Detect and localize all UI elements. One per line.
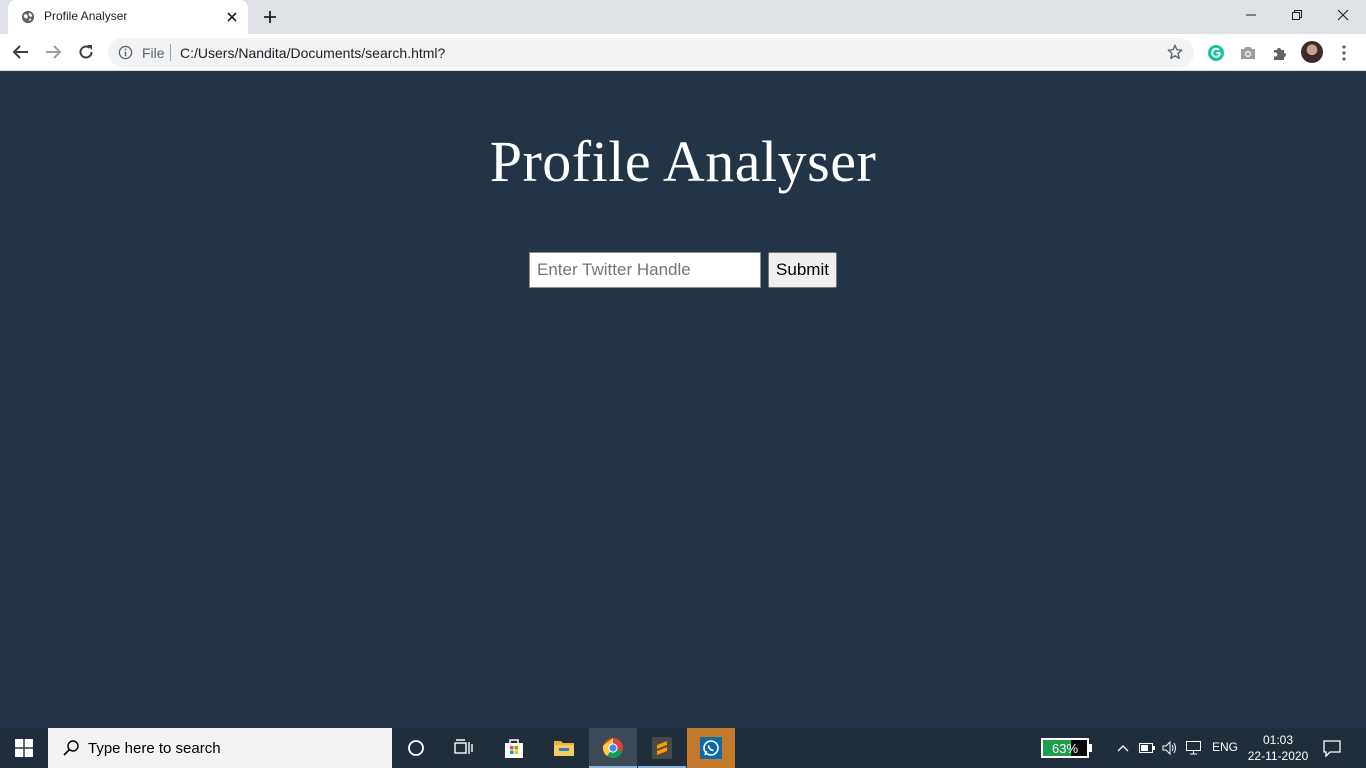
store-icon[interactable] <box>490 728 538 768</box>
globe-icon <box>21 10 35 24</box>
camera-icon[interactable] <box>1238 43 1258 63</box>
sublime-text-icon[interactable] <box>638 728 686 768</box>
volume-icon[interactable] <box>1161 738 1179 758</box>
bookmark-star-icon[interactable] <box>1166 43 1184 61</box>
tab-profile-analyser[interactable]: Profile Analyser <box>8 0 248 34</box>
reload-button[interactable] <box>74 40 98 64</box>
language-indicator[interactable]: ENG <box>1212 740 1238 754</box>
network-icon[interactable] <box>1185 738 1205 758</box>
tab-title: Profile Analyser <box>44 9 128 23</box>
battery-percent: 63% <box>1051 741 1079 756</box>
windows-logo-icon <box>15 739 33 757</box>
address-bar[interactable]: File C:/Users/Nandita/Documents/search.h… <box>108 38 1194 67</box>
clock[interactable]: 01:03 22-11-2020 <box>1244 732 1312 764</box>
browser-toolbar: File C:/Users/Nandita/Documents/search.h… <box>0 34 1366 71</box>
restore-button[interactable] <box>1274 0 1320 30</box>
cortana-icon[interactable] <box>392 728 440 768</box>
file-explorer-icon[interactable] <box>540 728 588 768</box>
action-center-icon[interactable] <box>1322 738 1342 758</box>
battery-icon[interactable] <box>1138 738 1156 758</box>
tab-strip: Profile Analyser <box>0 0 1366 34</box>
chevron-up-icon[interactable] <box>1114 738 1132 758</box>
twitter-handle-input[interactable] <box>529 252 761 288</box>
profile-avatar[interactable] <box>1301 41 1323 63</box>
back-button[interactable] <box>9 40 33 64</box>
taskbar: Type here to search 63% ENG 01:03 22-11-… <box>0 728 1366 768</box>
reload-icon <box>79 45 93 59</box>
arrow-left-icon <box>12 45 28 59</box>
menu-button[interactable] <box>1334 43 1354 63</box>
clock-time: 01:03 <box>1262 733 1294 747</box>
close-window-button[interactable] <box>1320 0 1366 30</box>
submit-button[interactable]: Submit <box>768 252 837 288</box>
battery-widget[interactable]: 63% <box>1041 738 1089 758</box>
task-view-icon[interactable] <box>440 728 488 768</box>
page-title: Profile Analyser <box>489 129 877 194</box>
chrome-icon[interactable] <box>589 728 637 768</box>
restore-icon <box>1292 10 1302 20</box>
url-separator <box>170 44 171 61</box>
arrow-right-icon <box>46 45 62 59</box>
clock-date: 22-11-2020 <box>1247 749 1309 763</box>
puzzle-icon[interactable] <box>1270 43 1290 63</box>
minimize-button[interactable] <box>1228 0 1274 30</box>
battery-terminal <box>1089 744 1092 752</box>
taskbar-search-placeholder: Type here to search <box>88 740 221 757</box>
close-tab-icon[interactable] <box>224 9 240 25</box>
kebab-menu-icon <box>1342 45 1346 61</box>
grammarly-icon[interactable] <box>1206 43 1226 63</box>
start-button[interactable] <box>0 728 48 768</box>
search-icon <box>63 740 79 756</box>
minimize-icon <box>1246 14 1256 16</box>
close-icon <box>1337 9 1349 21</box>
whatsapp-icon[interactable] <box>687 728 735 768</box>
url-text[interactable]: C:/Users/Nandita/Documents/search.html? <box>180 45 445 61</box>
info-icon[interactable] <box>118 45 133 60</box>
new-tab-icon[interactable] <box>258 5 282 29</box>
url-scheme: File <box>142 45 165 61</box>
forward-button[interactable] <box>41 40 65 64</box>
taskbar-search[interactable]: Type here to search <box>48 728 392 768</box>
